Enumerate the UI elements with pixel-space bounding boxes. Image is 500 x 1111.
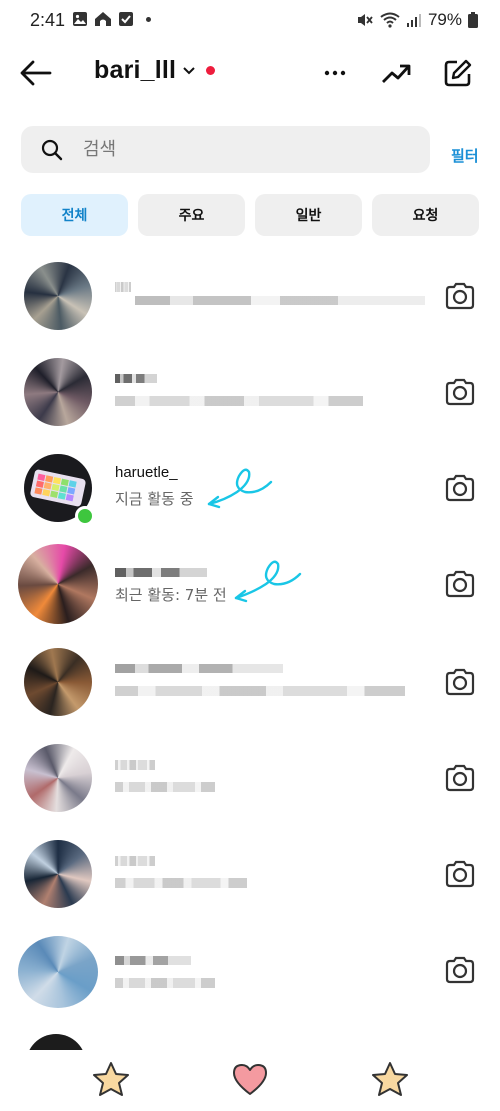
thread-name: haruetle_ [115, 464, 178, 481]
chevron-down-icon [183, 66, 195, 74]
avatar [18, 544, 98, 624]
thread-row[interactable]: 최근 활동: 7분 전 [0, 536, 500, 632]
gallery-icon [73, 12, 87, 26]
notification-dot [206, 66, 216, 75]
tab-general[interactable]: 일반 [255, 194, 362, 236]
avatar [24, 262, 92, 330]
header: bari_lll [0, 50, 500, 94]
avatar [24, 648, 92, 716]
category-tabs: 전체 주요 일반 요청 [21, 194, 481, 236]
thread-row[interactable] [0, 826, 500, 922]
blurred-text [115, 852, 415, 902]
camera-icon[interactable] [444, 377, 476, 407]
camera-icon[interactable] [444, 763, 476, 793]
avatar [18, 936, 98, 1008]
thread-row[interactable] [0, 730, 500, 826]
camera-icon[interactable] [444, 281, 476, 311]
tab-requests[interactable]: 요청 [372, 194, 479, 236]
tab-primary[interactable]: 주요 [138, 194, 245, 236]
thread-status: 지금 활동 중 [115, 490, 194, 508]
mute-icon [357, 14, 373, 26]
battery-icon [468, 12, 478, 28]
wifi-icon [380, 12, 400, 28]
search-bar[interactable] [21, 126, 430, 173]
dot-icon [146, 16, 151, 22]
avatar [24, 358, 92, 426]
thread-row[interactable] [0, 634, 500, 730]
home-icon [95, 12, 111, 26]
compose-icon[interactable] [443, 58, 473, 88]
camera-icon[interactable] [444, 955, 476, 985]
status-system-icons: 79% [356, 10, 478, 30]
status-bar: 2:41 79% [0, 0, 500, 40]
signal-icon [406, 14, 421, 27]
thread-row[interactable] [0, 922, 500, 1018]
search-icon [41, 139, 63, 161]
more-icon[interactable] [320, 58, 350, 88]
online-indicator [75, 506, 95, 526]
star-icon[interactable] [91, 1060, 131, 1098]
thread-row[interactable] [0, 248, 500, 344]
avatar [24, 840, 92, 908]
camera-icon[interactable] [444, 569, 476, 599]
blurred-text [115, 660, 415, 710]
account-name: bari_lll [94, 56, 177, 84]
filter-link[interactable]: 필터 [451, 145, 479, 166]
blurred-text [115, 370, 415, 420]
camera-icon[interactable] [444, 859, 476, 889]
battery-percent: 79% [427, 10, 462, 29]
status-notification-icons [72, 11, 151, 27]
trending-icon[interactable] [381, 58, 411, 88]
back-arrow-icon[interactable] [18, 58, 54, 88]
blurred-text [115, 274, 425, 324]
avatar [24, 744, 92, 812]
thread-row[interactable]: haruetle_ 지금 활동 중 [0, 440, 500, 536]
camera-icon[interactable] [444, 667, 476, 697]
annotation-arrow-icon [234, 560, 302, 603]
account-switcher[interactable]: bari_lll [94, 56, 216, 85]
tab-all[interactable]: 전체 [21, 194, 128, 236]
thread-status: 최근 활동: 7분 전 [115, 586, 227, 604]
check-box-icon [119, 12, 133, 26]
blurred-text [115, 948, 415, 998]
search-input[interactable] [83, 126, 413, 173]
status-time: 2:41 [30, 10, 66, 30]
camera-icon[interactable] [444, 473, 476, 503]
blurred-text [115, 756, 415, 806]
star-icon[interactable] [370, 1060, 410, 1098]
thread-row[interactable] [0, 344, 500, 440]
heart-icon[interactable] [230, 1060, 270, 1098]
annotation-arrow-icon [207, 468, 273, 509]
